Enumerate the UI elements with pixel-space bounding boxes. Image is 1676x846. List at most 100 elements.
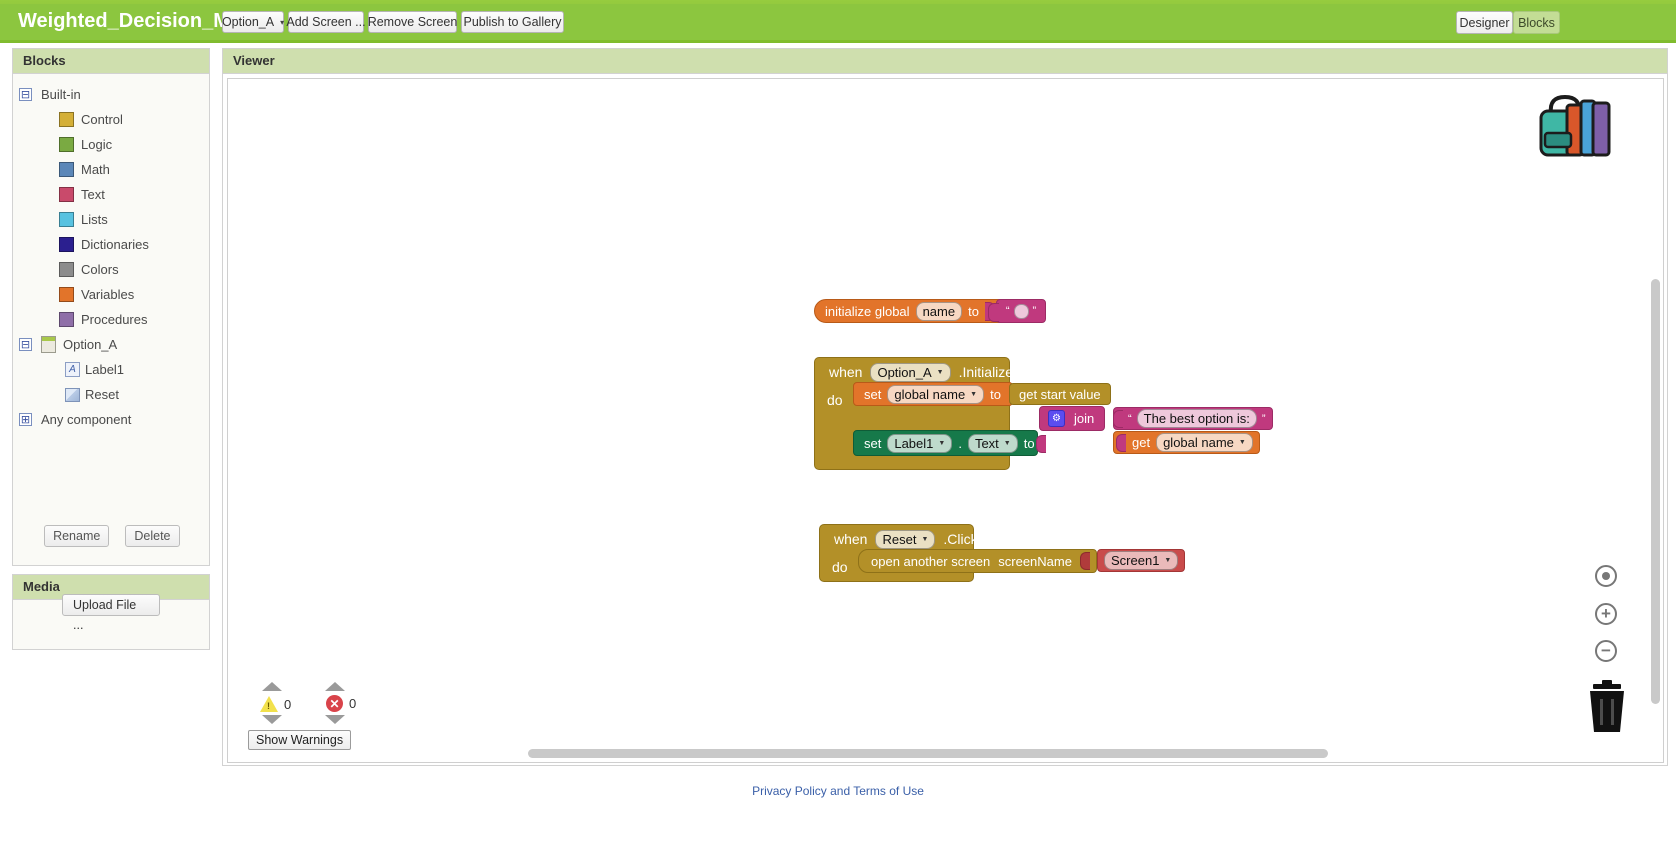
set-text: set [864, 435, 882, 451]
error-circle-icon: ✕ [326, 695, 343, 712]
warning-count-group: 0 [260, 696, 291, 712]
delete-button[interactable]: Delete [124, 525, 180, 547]
when-component-dropdown[interactable]: Reset ▼ [875, 529, 936, 549]
do-label: do [827, 392, 843, 408]
tree-node-screen[interactable]: ⊟ Option_A [13, 332, 209, 357]
show-warnings-button[interactable]: Show Warnings [248, 730, 352, 750]
collapse-icon[interactable]: ⊟ [19, 88, 32, 101]
tree-node-screen-label: Option_A [63, 337, 118, 352]
canvas-vertical-scrollbar[interactable] [1651, 279, 1660, 704]
color-swatch-colors [59, 262, 74, 277]
palette-item-text[interactable]: Text [13, 182, 209, 207]
publish-to-gallery-button[interactable]: Publish to Gallery [461, 11, 564, 33]
blocks-canvas[interactable]: initialize global name to “ ” when Optio… [227, 78, 1664, 763]
palette-item-lists[interactable]: Lists [13, 207, 209, 232]
when-event-name: .Click [943, 531, 978, 547]
warning-triangle-icon [260, 696, 278, 712]
warning-prev-arrow-icon[interactable] [262, 682, 282, 691]
designer-tab[interactable]: Designer [1456, 11, 1513, 34]
do-label: do [832, 559, 848, 575]
remove-screen-button[interactable]: Remove Screen [368, 11, 457, 33]
get-text: get [1132, 435, 1151, 450]
screen-name-dropdown[interactable]: Screen1 ▼ [1104, 551, 1179, 570]
palette-item-variables[interactable]: Variables [13, 282, 209, 307]
footer: Privacy Policy and Terms of Use [0, 784, 1676, 798]
block-open-another-screen[interactable]: open another screen screenName [858, 549, 1097, 573]
quote-open: “ [1128, 412, 1132, 425]
mutator-gear-icon[interactable]: ⚙ [1048, 410, 1065, 427]
when-component-dropdown[interactable]: Option_A ▼ [870, 362, 951, 382]
color-swatch-lists [59, 212, 74, 227]
zoom-out-button[interactable]: − [1595, 640, 1617, 662]
upload-file-button[interactable]: Upload File ... [62, 594, 160, 632]
trash-can-icon[interactable] [1581, 680, 1633, 734]
tree-node-any-component-label: Any component [41, 412, 132, 427]
block-get-global-name[interactable]: get global name ▼ [1113, 431, 1260, 454]
string-value-field[interactable] [1013, 303, 1029, 319]
palette-item-control[interactable]: Control [13, 107, 209, 132]
when-text: when [834, 531, 868, 547]
left-sidebar: Blocks ⊟ Built-in Control Logic Math Tex… [12, 48, 210, 650]
canvas-horizontal-scrollbar[interactable] [528, 749, 1328, 758]
screen-selector-dropdown[interactable]: Option_A [222, 11, 284, 33]
tree-node-reset[interactable]: Reset [13, 382, 209, 407]
palette-item-logic[interactable]: Logic [13, 132, 209, 157]
global-var-name-field[interactable]: name [915, 301, 963, 321]
backpack-icon[interactable] [1531, 91, 1621, 161]
palette-item-dictionaries[interactable]: Dictionaries [13, 232, 209, 257]
tree-node-label1-label: Label1 [85, 362, 125, 377]
tree-node-builtin[interactable]: ⊟ Built-in [13, 82, 209, 107]
get-start-value-text: get start value [1019, 386, 1101, 402]
palette-item-math[interactable]: Math [13, 157, 209, 182]
to-text: to [1023, 435, 1035, 451]
color-swatch-control [59, 112, 74, 127]
warnings-indicator-area: 0 ✕ 0 Show Warnings [248, 680, 428, 750]
socket-notch-icon [1116, 433, 1126, 452]
color-swatch-procedures [59, 312, 74, 327]
block-get-start-value[interactable]: get start value [1009, 383, 1111, 405]
set-text: set [864, 386, 882, 402]
palette-item-colors[interactable]: Colors [13, 257, 209, 282]
center-workspace-button[interactable] [1595, 565, 1617, 587]
collapse-icon[interactable]: ⊟ [19, 338, 32, 351]
color-swatch-text [59, 187, 74, 202]
block-empty-text-string[interactable]: “ ” [988, 299, 1046, 323]
error-count: 0 [349, 696, 357, 711]
tree-node-reset-label: Reset [85, 387, 119, 402]
initialize-global-text: initialize global [825, 303, 910, 319]
block-initialize-global[interactable]: initialize global name to [814, 299, 1004, 323]
get-variable-dropdown[interactable]: global name ▼ [1156, 433, 1253, 452]
error-next-arrow-icon[interactable] [325, 715, 345, 724]
tree-node-any-component[interactable]: ⊞ Any component [13, 407, 209, 432]
palette-label-logic: Logic [81, 137, 113, 152]
warning-next-arrow-icon[interactable] [262, 715, 282, 724]
set-component-dropdown[interactable]: Label1 ▼ [887, 433, 953, 453]
privacy-policy-link[interactable]: Privacy Policy and Terms of Use [752, 784, 924, 798]
add-screen-button[interactable]: Add Screen ... [286, 11, 366, 33]
block-set-label1-text[interactable]: set Label1 ▼ . Text ▼ to [853, 430, 1046, 456]
label-icon: A [65, 362, 80, 377]
text-string-field[interactable]: The best option is: [1136, 409, 1257, 428]
set-global-target-dropdown[interactable]: global name ▼ [887, 384, 985, 404]
block-screen-name-value[interactable]: Screen1 ▼ [1097, 549, 1186, 572]
set-property-dropdown[interactable]: Text ▼ [967, 433, 1018, 453]
blocks-tab[interactable]: Blocks [1513, 11, 1560, 34]
viewer-panel: Viewer initialize global name to “ ” whe… [222, 48, 1668, 766]
quote-close: ” [1261, 412, 1266, 425]
socket-notch-icon [1113, 409, 1123, 428]
tree-node-label1[interactable]: A Label1 [13, 357, 209, 382]
socket-notch-icon [988, 303, 999, 322]
palette-item-procedures[interactable]: Procedures [13, 307, 209, 332]
screen-name-label: screenName [998, 553, 1072, 569]
error-prev-arrow-icon[interactable] [325, 682, 345, 691]
block-join[interactable]: ⚙ join [1039, 406, 1106, 431]
rename-button[interactable]: Rename [44, 525, 110, 547]
join-text: join [1074, 411, 1095, 426]
quote-open: “ [1005, 305, 1010, 317]
block-set-global-name[interactable]: set global name ▼ to [853, 382, 1021, 406]
block-text-string-best-option[interactable]: “ The best option is: ” [1113, 407, 1273, 430]
zoom-in-button[interactable]: + [1595, 603, 1617, 625]
palette-label-control: Control [81, 112, 123, 127]
expand-icon[interactable]: ⊞ [19, 413, 32, 426]
palette-label-dictionaries: Dictionaries [81, 237, 149, 252]
